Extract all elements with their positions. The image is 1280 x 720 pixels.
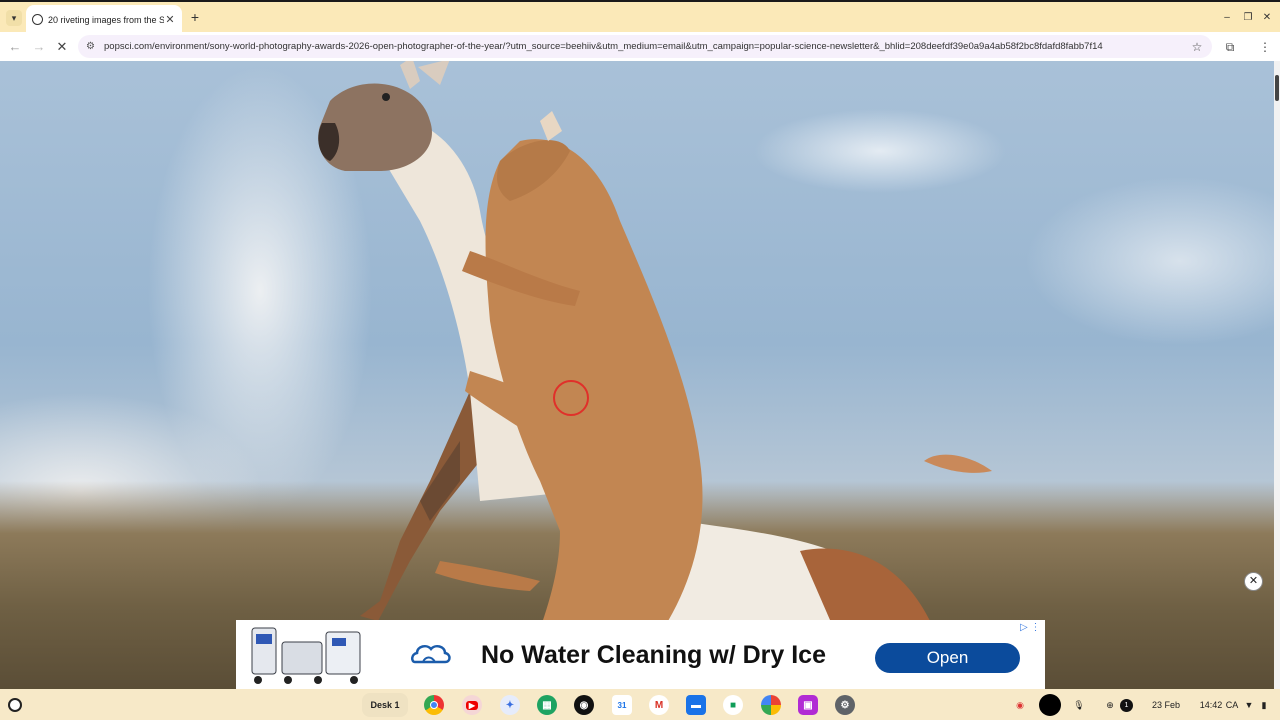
close-window-icon[interactable]: ✕ xyxy=(1259,10,1275,26)
scrollbar-thumb[interactable] xyxy=(1275,75,1279,101)
podcast-app-icon[interactable]: ◉ xyxy=(574,695,594,715)
launcher-icon[interactable] xyxy=(8,698,22,712)
tab-active[interactable]: 20 riveting images from the So ✕ xyxy=(26,5,182,34)
bookmark-star-icon[interactable]: ☆ xyxy=(1190,40,1204,54)
date-label[interactable]: 23 Feb xyxy=(1146,695,1186,715)
forward-icon[interactable]: → xyxy=(30,38,48,56)
menu-more-icon[interactable]: ⋮ xyxy=(1256,38,1274,56)
page-scrollbar[interactable] xyxy=(1274,61,1280,689)
address-bar[interactable]: ⚙ popsci.com/environment/sony-world-phot… xyxy=(78,35,1212,58)
wildlife-photo xyxy=(318,61,992,689)
new-tab-icon[interactable]: + xyxy=(187,9,203,25)
extensions-icon[interactable]: ⧉ xyxy=(1221,38,1239,56)
gmail-app-icon[interactable]: M xyxy=(649,695,669,715)
minimize-icon[interactable]: – xyxy=(1219,10,1235,26)
youtube-app-icon[interactable]: ▶ xyxy=(462,695,482,715)
store-app-icon[interactable]: ▣ xyxy=(798,695,818,715)
ad-headline[interactable]: No Water Cleaning w/ Dry Ice xyxy=(481,641,826,670)
page-content: No Water Cleaning w/ Dry Ice Open ▷ ⋮ xyxy=(0,61,1280,689)
stop-loading-icon[interactable]: ✕ xyxy=(53,38,71,56)
back-icon[interactable]: ← xyxy=(6,38,24,56)
ad-close-icon[interactable]: ✕ xyxy=(1244,572,1263,591)
ad-product-image xyxy=(251,627,361,684)
desk-switcher[interactable]: Desk 1 xyxy=(362,693,408,717)
tab-strip: ▾ 20 riveting images from the So ✕ + – ❐… xyxy=(0,0,1280,34)
meet-app-icon[interactable]: ■ xyxy=(723,695,743,715)
site-favicon-icon xyxy=(32,14,43,25)
ad-choices-icon[interactable]: ▷ ⋮ xyxy=(1020,622,1040,633)
screen-record-icon[interactable]: ◉ xyxy=(1012,695,1028,715)
apps-grid-icon[interactable]: ▦ xyxy=(537,695,557,715)
chrome-app-icon[interactable] xyxy=(424,695,444,715)
restore-icon[interactable]: ❐ xyxy=(1240,10,1256,26)
tab-search-icon[interactable]: ▾ xyxy=(6,10,22,26)
os-shelf: Desk 1 ▶ ✦ ▦ ◉ 31 M ▬ ■ ▣ ⚙ ◉ 🎙 ⊕ 1 23 F… xyxy=(0,689,1280,720)
site-info-icon[interactable]: ⚙ xyxy=(86,41,98,52)
time-label[interactable]: 14:42 xyxy=(1196,695,1226,715)
close-tab-icon[interactable]: ✕ xyxy=(164,13,176,26)
battery-icon[interactable]: ▮ xyxy=(1258,695,1270,715)
browser-toolbar: ← → ✕ ⚙ popsci.com/environment/sony-worl… xyxy=(0,32,1280,61)
tab-title: 20 riveting images from the So xyxy=(48,14,164,25)
ad-banner[interactable]: No Water Cleaning w/ Dry Ice Open ▷ ⋮ xyxy=(236,620,1045,689)
add-circle-icon[interactable]: ⊕ xyxy=(1103,695,1117,715)
ad-open-button[interactable]: Open xyxy=(875,643,1020,673)
notification-badge[interactable]: 1 xyxy=(1120,699,1133,712)
microphone-icon[interactable]: 🎙 xyxy=(1071,695,1087,715)
files-app-icon[interactable]: ▬ xyxy=(686,695,706,715)
avatar[interactable] xyxy=(1039,694,1061,716)
wifi-icon[interactable]: ▼ xyxy=(1243,695,1255,715)
url-text[interactable]: popsci.com/environment/sony-world-photog… xyxy=(104,41,1190,52)
locale-label[interactable]: CA xyxy=(1224,695,1240,715)
settings-app-icon[interactable]: ⚙ xyxy=(835,695,855,715)
gemini-app-icon[interactable]: ✦ xyxy=(500,695,520,715)
photos-app-icon[interactable] xyxy=(761,695,781,715)
ad-cloud-logo-icon xyxy=(411,644,451,664)
calendar-app-icon[interactable]: 31 xyxy=(612,695,632,715)
